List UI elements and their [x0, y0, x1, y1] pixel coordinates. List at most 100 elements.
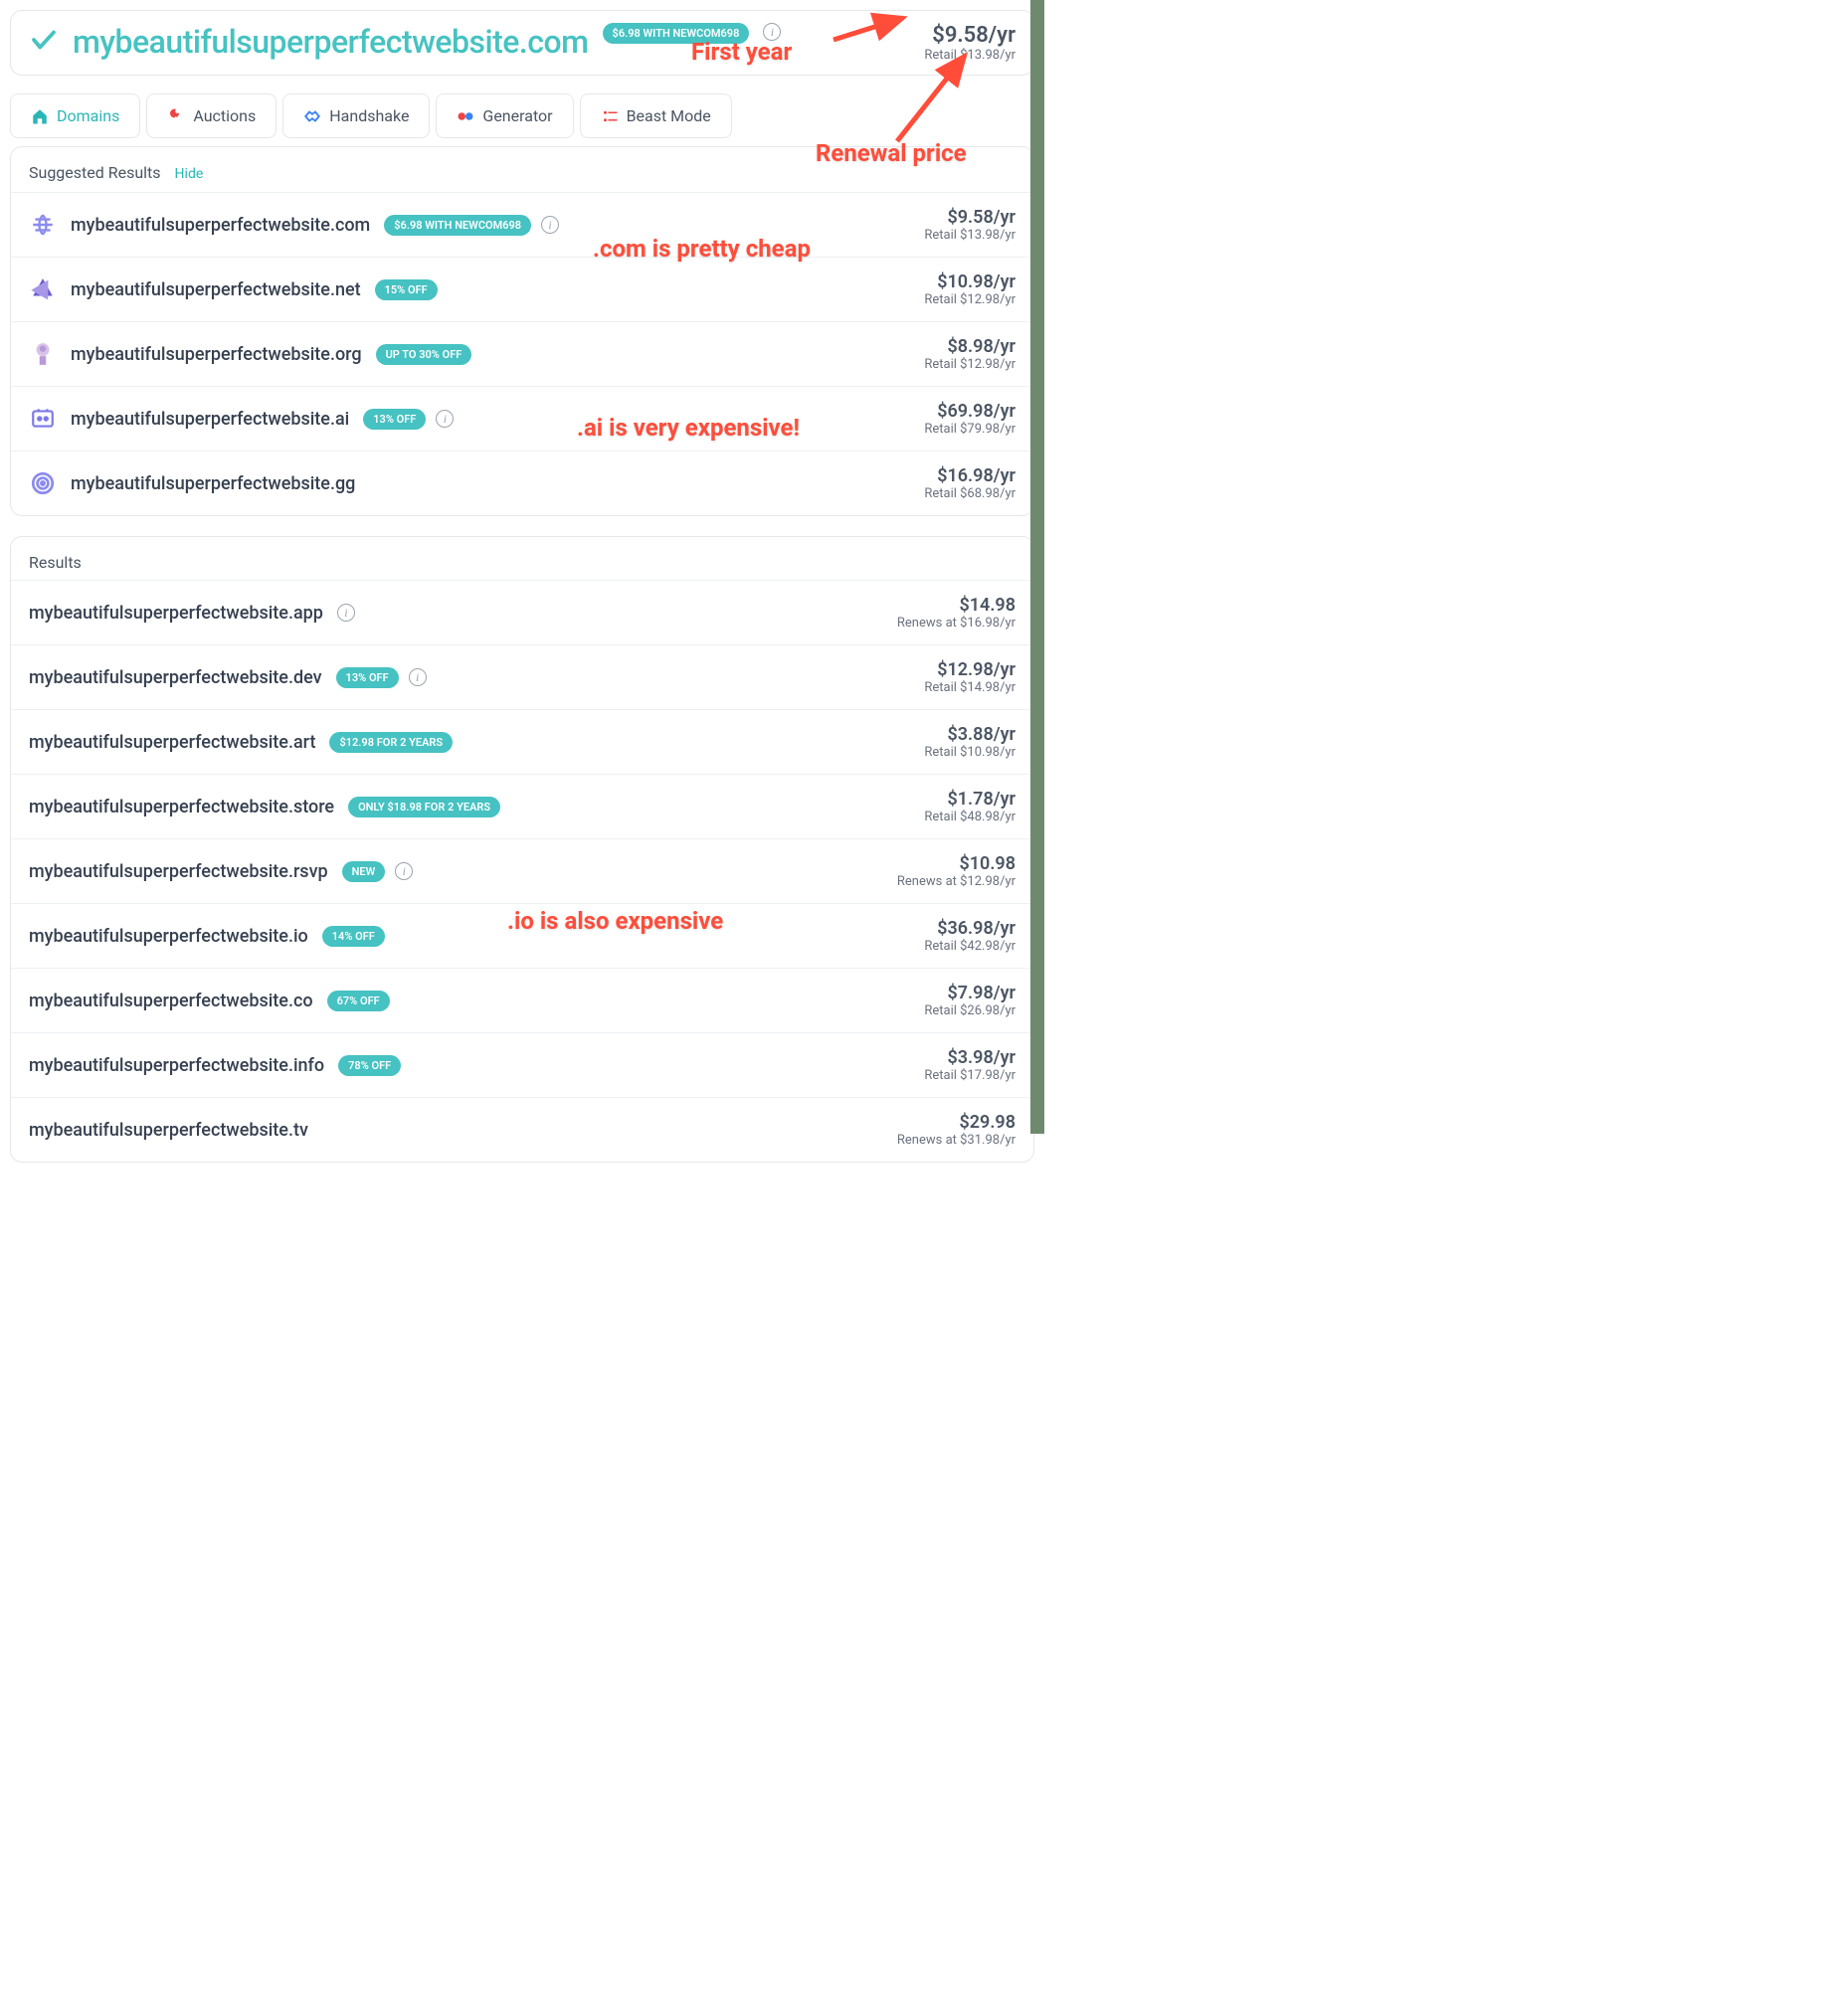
- row-price: $7.98/yr: [924, 983, 1016, 1003]
- hide-link[interactable]: Hide: [175, 166, 204, 182]
- domain-name: mybeautifulsuperperfectwebsite.org: [71, 344, 362, 365]
- tab-auctions[interactable]: Auctions: [146, 93, 277, 138]
- row-retail: Retail $42.98/yr: [924, 939, 1016, 954]
- info-icon[interactable]: i: [763, 23, 781, 41]
- row-retail: Retail $13.98/yr: [924, 228, 1016, 243]
- price-block: $29.98 Renews at $31.98/yr: [897, 1112, 1016, 1148]
- domain-name: mybeautifulsuperperfectwebsite.com: [71, 215, 370, 236]
- info-icon[interactable]: i: [337, 604, 355, 622]
- tld-org-icon: [29, 340, 57, 368]
- house-icon: [31, 107, 49, 125]
- suggested-header: Suggested Results Hide: [11, 147, 1033, 192]
- price-block: $3.88/yr Retail $10.98/yr: [924, 724, 1016, 760]
- row-badges: UP TO 30% OFF: [376, 344, 472, 365]
- offer-badge: 14% OFF: [322, 926, 385, 947]
- right-window-bar: [1030, 0, 1044, 1134]
- domain-name: mybeautifulsuperperfectwebsite.io: [29, 926, 308, 947]
- row-price: $3.98/yr: [924, 1047, 1016, 1068]
- row-price: $8.98/yr: [924, 336, 1016, 357]
- row-retail: Retail $12.98/yr: [924, 357, 1016, 372]
- offer-badge: 13% OFF: [336, 667, 399, 688]
- price-block: $1.78/yr Retail $48.98/yr: [924, 789, 1016, 824]
- row-retail: Renews at $12.98/yr: [897, 874, 1016, 889]
- price-block: $3.98/yr Retail $17.98/yr: [924, 1047, 1016, 1083]
- tld-net-icon: [29, 275, 57, 303]
- price-block: $10.98 Renews at $12.98/yr: [897, 853, 1016, 889]
- price-block: $69.98/yr Retail $79.98/yr: [924, 401, 1016, 437]
- domain-row[interactable]: mybeautifulsuperperfectwebsite.gg $16.98…: [11, 451, 1033, 515]
- row-price: $12.98/yr: [924, 659, 1016, 680]
- header-price: $9.58/yr: [924, 23, 1016, 48]
- row-price: $16.98/yr: [924, 465, 1016, 486]
- row-retail: Retail $48.98/yr: [924, 810, 1016, 824]
- tab-generator[interactable]: Generator: [436, 93, 573, 138]
- row-retail: Retail $14.98/yr: [924, 680, 1016, 695]
- row-badges: 13% OFFi: [363, 409, 454, 430]
- row-price: $36.98/yr: [924, 918, 1016, 939]
- domain-name: mybeautifulsuperperfectwebsite.net: [71, 279, 361, 300]
- tld-ai-icon: [29, 405, 57, 433]
- handshake-icon: [303, 107, 321, 125]
- domain-name: mybeautifulsuperperfectwebsite.gg: [71, 473, 355, 494]
- header-card: mybeautifulsuperperfectwebsite.com $6.98…: [10, 10, 1034, 76]
- domain-row[interactable]: mybeautifulsuperperfectwebsite.store ONLY…: [11, 774, 1033, 838]
- info-icon[interactable]: i: [541, 216, 559, 234]
- row-retail: Retail $17.98/yr: [924, 1068, 1016, 1083]
- price-block: $10.98/yr Retail $12.98/yr: [924, 271, 1016, 307]
- tab-handshake[interactable]: Handshake: [282, 93, 430, 138]
- price-block: $12.98/yr Retail $14.98/yr: [924, 659, 1016, 695]
- row-badges: 78% OFF: [338, 1055, 401, 1076]
- price-block: $36.98/yr Retail $42.98/yr: [924, 918, 1016, 954]
- offer-badge: ONLY $18.98 FOR 2 YEARS: [348, 797, 500, 817]
- offer-badge: UP TO 30% OFF: [376, 344, 472, 365]
- offer-badge: $12.98 FOR 2 YEARS: [329, 732, 453, 753]
- domain-name: mybeautifulsuperperfectwebsite.info: [29, 1055, 324, 1076]
- row-retail: Renews at $31.98/yr: [897, 1133, 1016, 1148]
- info-icon[interactable]: i: [395, 862, 413, 880]
- row-badges: 67% OFF: [327, 991, 390, 1011]
- offer-badge: 15% OFF: [375, 279, 438, 300]
- domain-name: mybeautifulsuperperfectwebsite.ai: [71, 409, 349, 430]
- domain-row[interactable]: mybeautifulsuperperfectwebsite.tv $29.98…: [11, 1097, 1033, 1162]
- results-title: Results: [11, 537, 1033, 580]
- row-price: $9.58/yr: [924, 207, 1016, 228]
- domain-row[interactable]: mybeautifulsuperperfectwebsite.net 15% OF…: [11, 257, 1033, 321]
- tab-label: Beast Mode: [627, 106, 711, 125]
- row-badges: 15% OFF: [375, 279, 438, 300]
- row-retail: Retail $26.98/yr: [924, 1003, 1016, 1018]
- row-badges: 14% OFF: [322, 926, 385, 947]
- header-price-block: $9.58/yr Retail $13.98/yr: [924, 23, 1016, 63]
- domain-row[interactable]: mybeautifulsuperperfectwebsite.info 78% O…: [11, 1032, 1033, 1097]
- price-block: $14.98 Renews at $16.98/yr: [897, 595, 1016, 631]
- domain-row[interactable]: mybeautifulsuperperfectwebsite.appi $14.…: [11, 580, 1033, 644]
- tab-label: Domains: [57, 106, 119, 125]
- domain-row[interactable]: mybeautifulsuperperfectwebsite.com $6.98 …: [11, 192, 1033, 257]
- promo-badge: $6.98 WITH NEWCOM698: [603, 23, 750, 44]
- offer-badge: NEW: [342, 861, 386, 882]
- row-retail: Retail $12.98/yr: [924, 292, 1016, 307]
- row-retail: Retail $10.98/yr: [924, 745, 1016, 760]
- domain-name: mybeautifulsuperperfectwebsite.store: [29, 797, 334, 817]
- domain-row[interactable]: mybeautifulsuperperfectwebsite.art $12.98…: [11, 709, 1033, 774]
- row-badges: ONLY $18.98 FOR 2 YEARS: [348, 797, 500, 817]
- generator-icon: [457, 107, 474, 125]
- results-section: Results mybeautifulsuperperfectwebsite.a…: [10, 536, 1034, 1163]
- domain-name: mybeautifulsuperperfectwebsite.art: [29, 732, 315, 753]
- domain-row[interactable]: mybeautifulsuperperfectwebsite.org UP TO …: [11, 321, 1033, 386]
- offer-badge: 78% OFF: [338, 1055, 401, 1076]
- domain-name: mybeautifulsuperperfectwebsite.rsvp: [29, 861, 328, 882]
- check-icon: [29, 25, 59, 63]
- tab-beast-mode[interactable]: Beast Mode: [580, 93, 732, 138]
- row-badges: $6.98 WITH NEWCOM698i: [384, 215, 559, 236]
- domain-row[interactable]: mybeautifulsuperperfectwebsite.io 14% OFF…: [11, 903, 1033, 968]
- domain-row[interactable]: mybeautifulsuperperfectwebsite.rsvpNEWi …: [11, 838, 1033, 903]
- domain-row[interactable]: mybeautifulsuperperfectwebsite.ai 13% OFF…: [11, 386, 1033, 451]
- tab-domains[interactable]: Domains: [10, 93, 140, 138]
- domain-row[interactable]: mybeautifulsuperperfectwebsite.dev13% OF…: [11, 644, 1033, 709]
- info-icon[interactable]: i: [436, 410, 454, 428]
- tld-gg-icon: [29, 469, 57, 497]
- info-icon[interactable]: i: [409, 668, 427, 686]
- tabs: Domains AuctionsHandshakeGenerator Beast M…: [10, 93, 1034, 138]
- domain-row[interactable]: mybeautifulsuperperfectwebsite.co67% OFF…: [11, 968, 1033, 1032]
- page: { "header": { "domain": "mybeautifulsupe…: [0, 0, 1044, 1192]
